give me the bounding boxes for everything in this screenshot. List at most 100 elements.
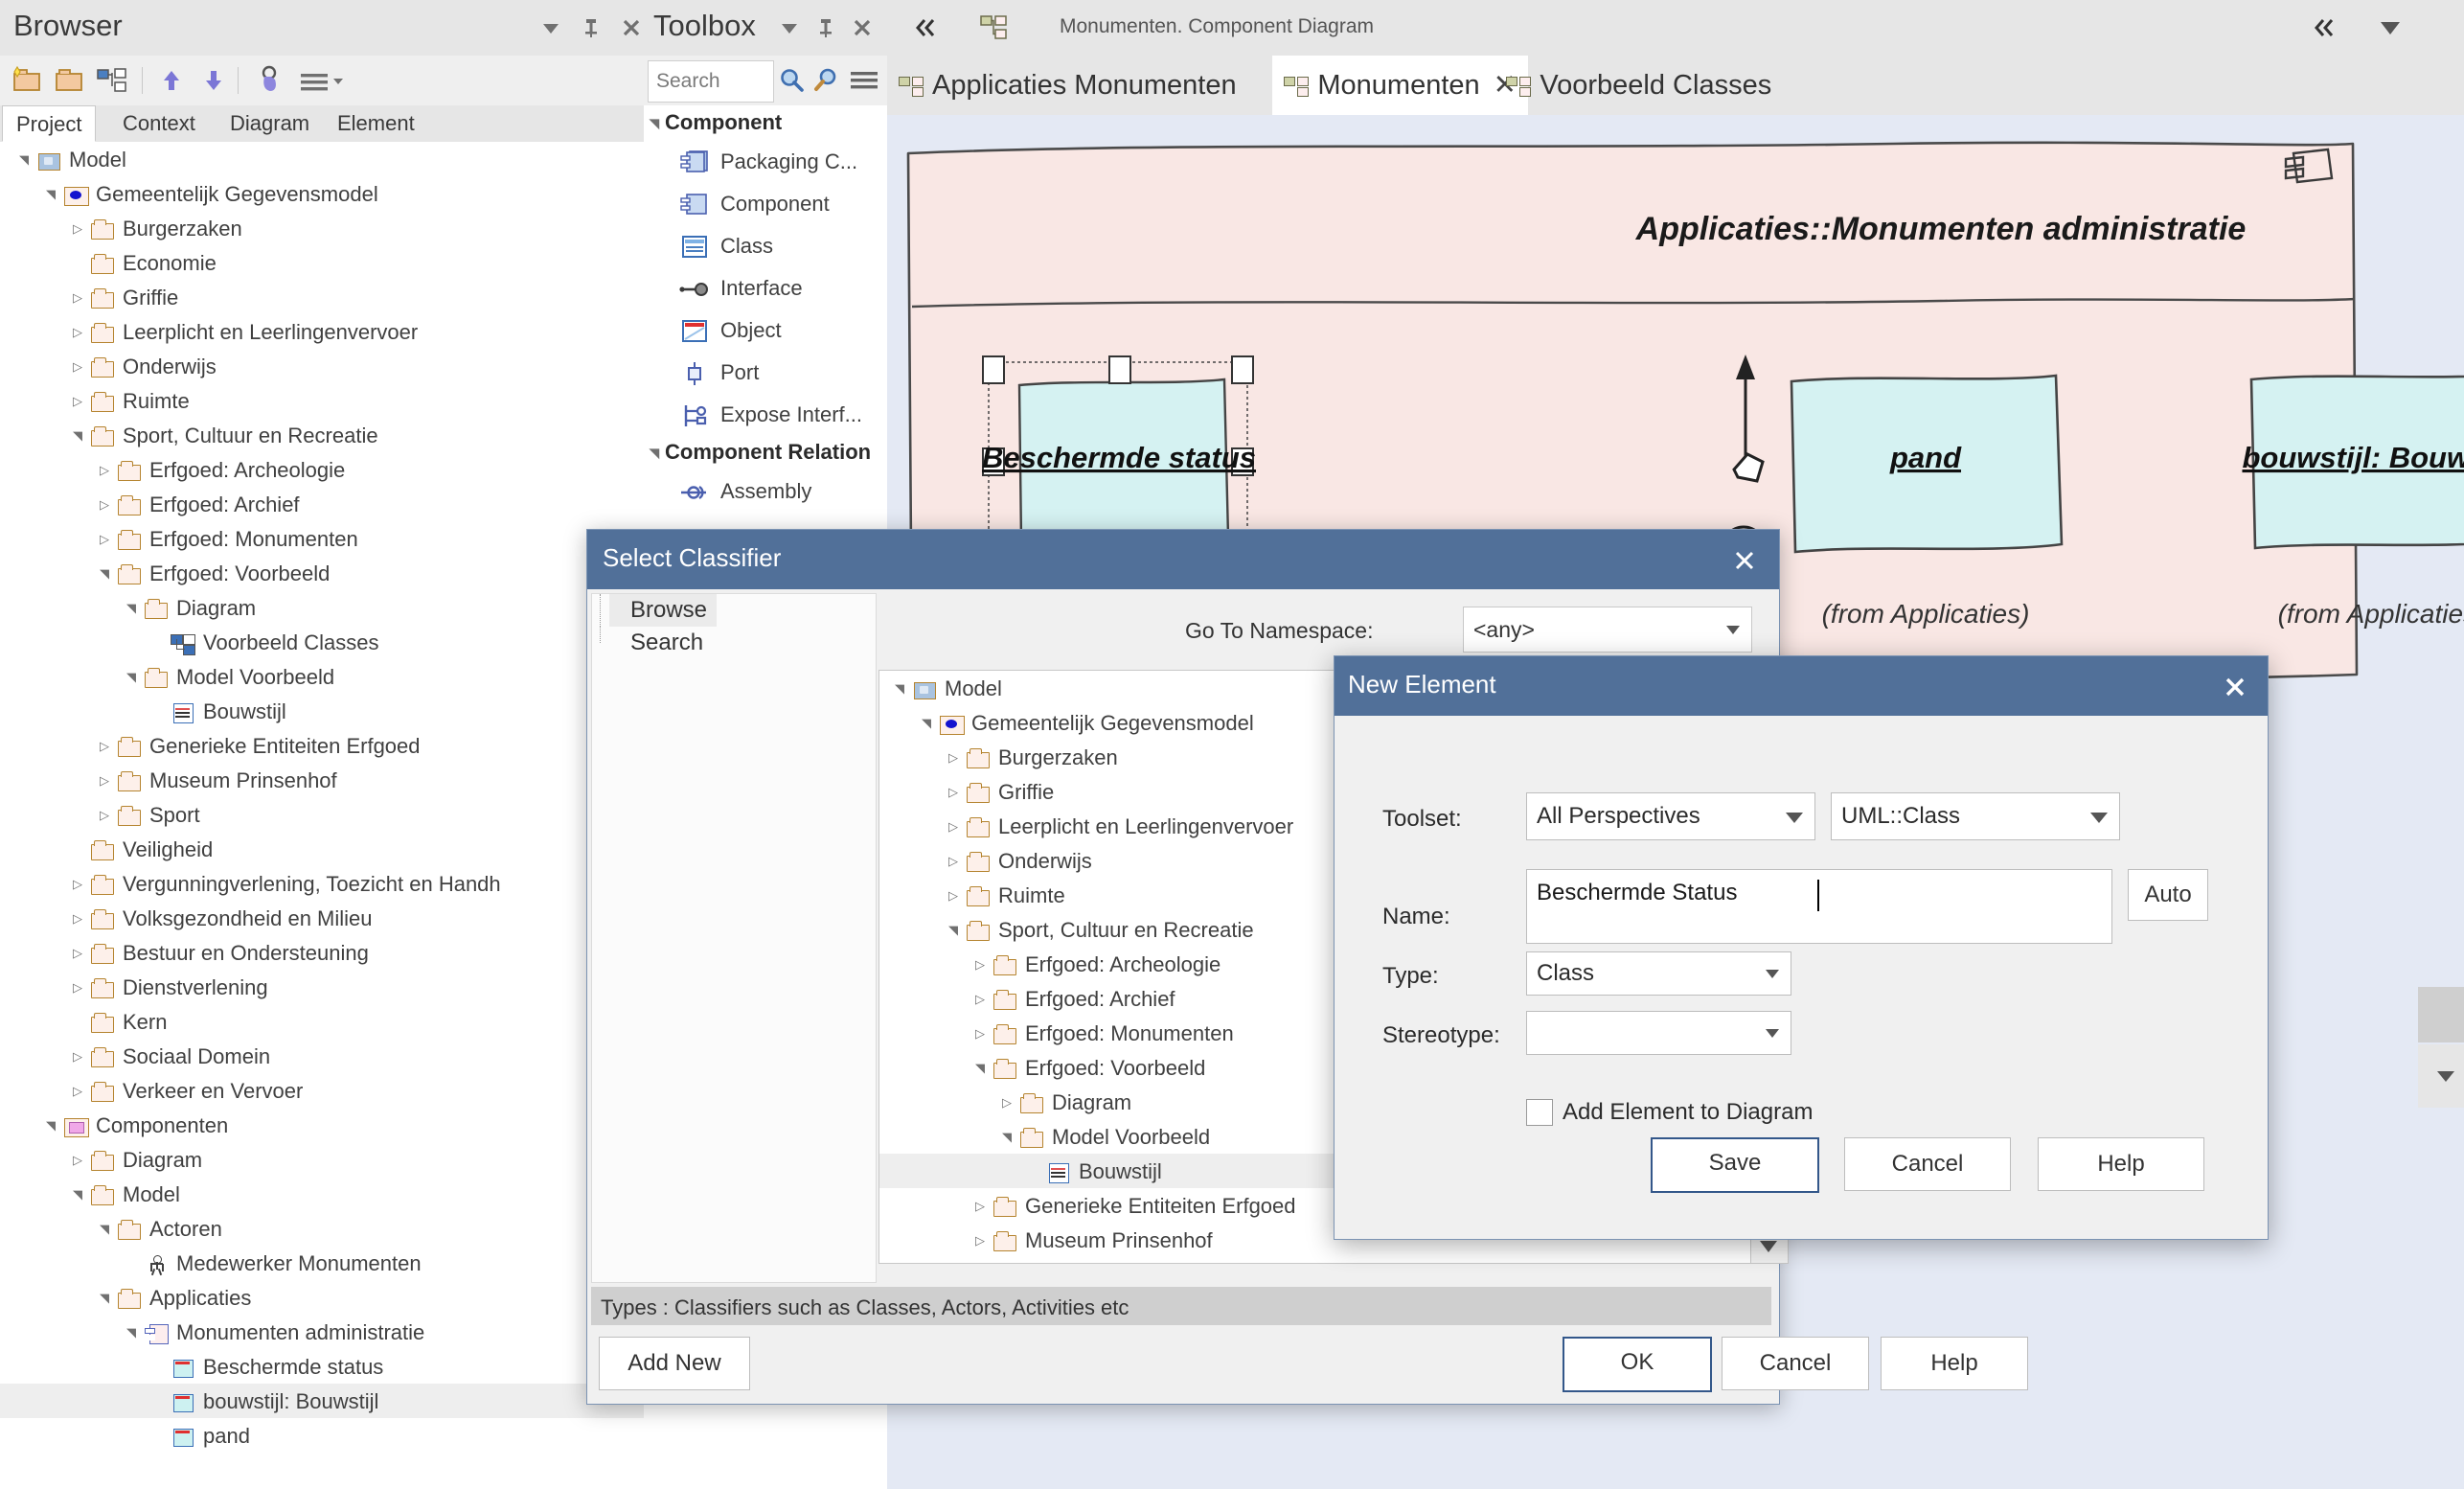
toolbox-item[interactable]: Expose Interf... <box>644 393 887 435</box>
twisty-closed-icon[interactable]: ▷ <box>970 1224 991 1258</box>
tree-row[interactable]: pand <box>0 1418 644 1453</box>
twisty-open-icon[interactable]: ◥ <box>121 660 142 695</box>
namespace-select[interactable]: <any> <box>1463 607 1752 653</box>
tree-row[interactable]: ▷Burgerzaken <box>0 211 644 245</box>
toolbox-item[interactable]: Interface <box>644 266 887 309</box>
tree-row[interactable]: Beschermde status <box>0 1349 644 1384</box>
tree-row[interactable]: ▷Erfgoed: Archief <box>0 487 644 521</box>
tree-row[interactable]: ▷Volksgezondheid en Milieu <box>0 901 644 935</box>
twisty-open-icon[interactable]: ◥ <box>889 672 910 706</box>
tree-row[interactable]: Bouwstijl <box>0 694 644 728</box>
tree-row[interactable]: ▷Erfgoed: Archeologie <box>0 452 644 487</box>
close-icon[interactable] <box>2216 668 2254 706</box>
search-icon[interactable] <box>778 67 807 99</box>
tree-row[interactable]: ◥Gemeentelijk Gegevensmodel <box>0 176 644 211</box>
pin-icon[interactable] <box>575 11 607 44</box>
twisty-closed-icon[interactable]: ▷ <box>970 1258 991 1264</box>
twisty-closed-icon[interactable]: ▷ <box>943 741 964 775</box>
browser-tab-project[interactable]: Project <box>2 105 96 142</box>
tree-row[interactable]: ◥Componenten <box>0 1108 644 1142</box>
twisty-open-icon[interactable]: ◥ <box>40 1109 61 1143</box>
toolset-perspective-select[interactable]: All Perspectives <box>1526 792 1815 840</box>
twisty-open-icon[interactable]: ◥ <box>916 706 937 741</box>
toolbox-group-header[interactable]: ◥Component <box>644 105 887 140</box>
tree-row[interactable]: ◥Erfgoed: Voorbeeld <box>0 556 644 590</box>
tree-row[interactable]: ▷Sport <box>0 797 644 832</box>
twisty-closed-icon[interactable]: ▷ <box>67 936 88 971</box>
collapse-right-icon[interactable] <box>2307 11 2339 49</box>
collapse-left-icon[interactable] <box>908 11 941 49</box>
twisty-open-icon[interactable]: ◥ <box>996 1120 1017 1155</box>
twisty-closed-icon[interactable]: ▷ <box>970 982 991 1017</box>
tree-row[interactable]: Veiligheid <box>0 832 644 866</box>
tree-row[interactable]: Medewerker Monumenten <box>0 1246 644 1280</box>
tree-row[interactable]: ▷Sport <box>879 1257 1751 1264</box>
twisty-closed-icon[interactable]: ▷ <box>970 1017 991 1051</box>
diagram-tab[interactable]: Voorbeeld Classes <box>1494 56 1783 115</box>
classifier-nav-browse[interactable]: Browse <box>609 594 717 627</box>
add-element-to-diagram-checkbox[interactable] <box>1526 1099 1553 1126</box>
twisty-open-icon[interactable]: ◥ <box>121 591 142 626</box>
twisty-closed-icon[interactable]: ▷ <box>94 522 115 557</box>
twisty-closed-icon[interactable]: ▷ <box>970 948 991 982</box>
tree-row[interactable]: ◥Diagram <box>0 590 644 625</box>
ok-button[interactable]: OK <box>1563 1337 1712 1392</box>
browser-tab-element[interactable]: Element <box>324 105 428 142</box>
tree-row[interactable]: Economie <box>0 245 644 280</box>
auto-button[interactable]: Auto <box>2128 869 2208 921</box>
toolbox-menu-icon[interactable] <box>849 69 879 97</box>
toolbox-group-header[interactable]: ◥Component Relation <box>644 435 887 470</box>
tree-row[interactable]: ◥Applicaties <box>0 1280 644 1315</box>
toolbox-item[interactable]: Packaging C... <box>644 140 887 182</box>
name-input[interactable]: Beschermde Status <box>1526 869 2112 944</box>
twisty-closed-icon[interactable]: ▷ <box>94 488 115 522</box>
tree-row[interactable]: ▷Ruimte <box>0 383 644 418</box>
twisty-closed-icon[interactable]: ▷ <box>67 1143 88 1178</box>
twisty-closed-icon[interactable]: ▷ <box>67 971 88 1005</box>
twisty-closed-icon[interactable]: ▷ <box>970 1189 991 1224</box>
twisty-open-icon[interactable]: ◥ <box>94 1212 115 1247</box>
tree-row[interactable]: ▷Onderwijs <box>0 349 644 383</box>
save-button[interactable]: Save <box>1651 1137 1819 1193</box>
twisty-open-icon[interactable]: ◥ <box>644 106 665 141</box>
toolbox-item[interactable]: Component <box>644 182 887 224</box>
hamburger-menu-icon[interactable] <box>297 64 347 97</box>
browser-tree[interactable]: ◥Model◥Gemeentelijk Gegevensmodel▷Burger… <box>0 142 644 1489</box>
tree-row[interactable]: ▷Vergunningverlening, Toezicht en Handh <box>0 866 644 901</box>
panel-chevron-down-icon[interactable] <box>2376 17 2405 43</box>
twisty-open-icon[interactable]: ◥ <box>40 177 61 212</box>
tree-row[interactable]: ▷Leerplicht en Leerlingenvervoer <box>0 314 644 349</box>
twisty-open-icon[interactable]: ◥ <box>94 1281 115 1316</box>
toolbox-item-list[interactable]: ◥ComponentPackaging C...ComponentClassIn… <box>644 105 887 527</box>
chevron-down-icon[interactable] <box>773 11 806 44</box>
tree-row[interactable]: Kern <box>0 1004 644 1039</box>
twisty-open-icon[interactable]: ◥ <box>121 1316 142 1350</box>
tree-row[interactable]: ◥Model Voorbeeld <box>0 659 644 694</box>
browser-tab-context[interactable]: Context <box>109 105 209 142</box>
close-icon[interactable] <box>615 11 648 44</box>
toolbox-item[interactable]: Object <box>644 309 887 351</box>
help-button[interactable]: Help <box>2038 1137 2204 1191</box>
twisty-open-icon[interactable]: ◥ <box>970 1051 991 1086</box>
find-icon[interactable] <box>812 67 841 99</box>
tree-row[interactable]: Voorbeeld Classes <box>0 625 644 659</box>
close-icon[interactable] <box>1725 541 1764 580</box>
tree-row[interactable]: ▷Verkeer en Vervoer <box>0 1073 644 1108</box>
twisty-closed-icon[interactable]: ▷ <box>943 879 964 913</box>
twisty-closed-icon[interactable]: ▷ <box>67 1074 88 1109</box>
twisty-closed-icon[interactable]: ▷ <box>94 764 115 798</box>
tree-row[interactable]: ▷Griffie <box>0 280 644 314</box>
new-package-icon[interactable] <box>10 64 46 97</box>
twisty-open-icon[interactable]: ◥ <box>67 1178 88 1212</box>
twisty-closed-icon[interactable]: ▷ <box>94 453 115 488</box>
move-down-icon[interactable] <box>195 64 232 97</box>
chevron-down-icon[interactable] <box>2437 1071 2454 1082</box>
twisty-closed-icon[interactable]: ▷ <box>943 775 964 810</box>
twisty-closed-icon[interactable]: ▷ <box>94 729 115 764</box>
diagram-icon[interactable] <box>94 64 130 97</box>
twisty-open-icon[interactable]: ◥ <box>94 557 115 591</box>
tree-row[interactable]: ◥Monumenten administratie <box>0 1315 644 1349</box>
twisty-open-icon[interactable]: ◥ <box>943 913 964 948</box>
toolbox-item[interactable]: Class <box>644 224 887 266</box>
tree-row[interactable]: ◥Sport, Cultuur en Recreatie <box>0 418 644 452</box>
